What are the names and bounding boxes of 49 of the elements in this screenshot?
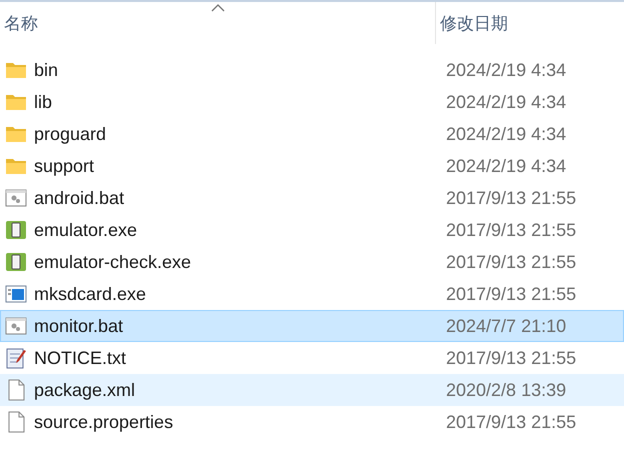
modified-date: 2017/9/13 21:55 [445,284,578,304]
file-name: bin [34,60,58,80]
gear-file-icon [5,317,27,335]
gear-file-icon [5,189,27,207]
file-row[interactable]: lib 2024/2/19 4:34 [0,86,624,118]
column-header[interactable]: 名称 [0,2,436,44]
modified-date: 2017/9/13 21:55 [445,412,578,432]
file-name: package.xml [34,380,136,400]
file-row[interactable]: android.bat 2017/9/13 21:55 [0,182,624,214]
folder-icon [5,125,27,143]
modified-date: 2024/2/19 4:34 [445,92,568,112]
sort-caret-icon [210,4,224,12]
file-row[interactable]: mksdcard.exe 2017/9/13 21:55 [0,278,624,310]
phone-icon [5,252,27,272]
file-name: mksdcard.exe [34,284,146,304]
file-name: NOTICE.txt [34,348,126,368]
modified-date: 2020/2/8 13:39 [445,380,568,400]
file-name: proguard [34,124,106,144]
folder-icon [5,61,27,79]
file-name: monitor.bat [34,316,124,336]
file-name: emulator.exe [34,220,138,240]
file-row[interactable]: proguard 2024/2/19 4:34 [0,118,624,150]
file-row[interactable]: package.xml 2020/2/8 13:39 [0,374,624,406]
file-row[interactable]: NOTICE.txt 2017/9/13 21:55 [0,342,624,374]
modified-date: 2024/2/19 4:34 [445,60,568,80]
file-row[interactable]: emulator.exe 2017/9/13 21:55 [0,214,624,246]
folder-icon [5,93,27,111]
folder-icon [5,157,27,175]
modified-date: 2017/9/13 21:55 [445,220,578,240]
file-name: emulator-check.exe [34,252,192,272]
file-row[interactable]: emulator-check.exe 2017/9/13 21:55 [0,246,624,278]
modified-date: 2024/2/19 4:34 [445,124,568,144]
column-header[interactable]: 修改日期 [436,2,624,44]
window-icon [5,285,27,303]
file-name: android.bat [34,188,124,208]
phone-icon [5,220,27,240]
file-row[interactable]: monitor.bat 2024/7/7 21:10 [0,310,624,342]
modified-date: 2017/9/13 21:55 [445,252,578,272]
notepad-icon [5,347,27,369]
file-name: support [34,156,94,176]
file-row[interactable]: source.properties 2017/9/13 21:55 [0,406,624,438]
modified-date: 2024/2/19 4:34 [445,156,568,176]
modified-date: 2024/7/7 21:10 [445,316,568,336]
file-name: source.properties [34,412,174,432]
file-name: lib [34,92,52,112]
file-row[interactable]: support 2024/2/19 4:34 [0,150,624,182]
modified-date: 2017/9/13 21:55 [445,348,578,368]
file-row[interactable]: bin 2024/2/19 4:34 [0,54,624,86]
modified-date: 2017/9/13 21:55 [445,188,578,208]
